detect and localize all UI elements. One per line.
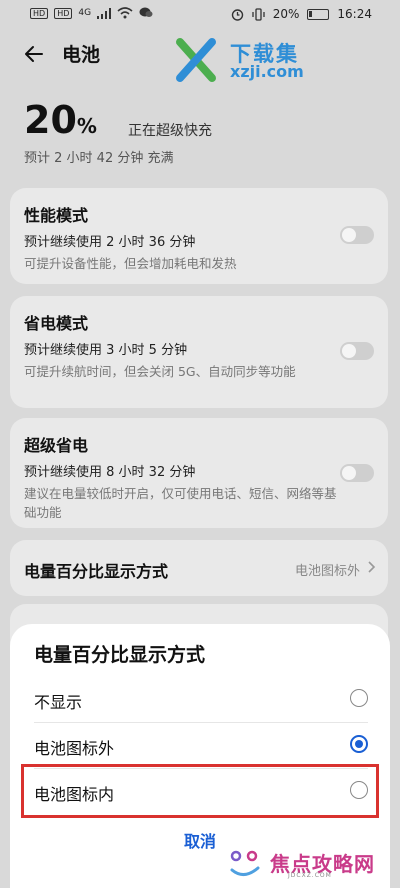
jdgl-logo-icon: [230, 850, 260, 876]
toggle-knob: [342, 344, 356, 358]
percent-display-label: 电量百分比显示方式: [24, 562, 169, 581]
mode-desc: 可提升设备性能，但会增加耗电和发热: [24, 256, 237, 271]
status-right: 20% 16:24: [231, 7, 372, 21]
option-label: 电池图标外: [34, 739, 115, 758]
mode-usage: 预计继续使用 2 小时 36 分钟: [24, 235, 196, 250]
page-title: 电池: [62, 44, 101, 66]
charge-percent: 20%: [24, 98, 97, 142]
battery-fill: [309, 10, 313, 17]
chat-app-icon: [139, 7, 153, 17]
mode-usage: 预计继续使用 3 小时 5 分钟: [24, 343, 188, 358]
wifi-icon: [117, 7, 133, 19]
network-type: 4G: [78, 8, 92, 18]
charge-estimate: 预计 2 小时 42 分钟 充满: [24, 151, 174, 166]
mode-title: 超级省电: [24, 436, 89, 455]
option-hide[interactable]: 不显示: [10, 676, 390, 722]
watermark-url-bottom: JDCXZ.COM: [288, 872, 332, 879]
sim2-badge: HD: [54, 7, 73, 19]
watermark-logo-top: 下载集 xzji.com: [172, 36, 342, 86]
performance-mode-toggle[interactable]: [340, 226, 374, 244]
radio-outside-icon[interactable]: [350, 735, 368, 753]
option-label: 不显示: [34, 693, 83, 712]
charge-status: 正在超级快充: [128, 123, 212, 139]
status-bar: HD HD 4G 20% 16:24: [0, 0, 400, 30]
charge-percent-value: 20: [24, 98, 77, 142]
highlight-box: [21, 764, 379, 818]
signal-icon: [97, 7, 112, 19]
toggle-knob: [342, 228, 356, 242]
battery-percent-text: 20%: [272, 7, 300, 21]
power-saving-mode-toggle[interactable]: [340, 342, 374, 360]
back-arrow-icon[interactable]: [22, 42, 46, 66]
charge-percent-unit: %: [76, 114, 97, 138]
status-left: HD HD 4G: [30, 7, 153, 19]
vibrate-icon: [252, 7, 265, 21]
mode-title: 省电模式: [24, 314, 89, 333]
mode-desc: 可提升续航时间，但会关闭 5G、自动同步等功能: [24, 364, 296, 379]
radio-hide[interactable]: [350, 689, 368, 707]
sheet-title: 电量百分比显示方式: [34, 644, 206, 666]
percent-display-row[interactable]: 电量百分比显示方式 电池图标外: [10, 540, 388, 596]
ultra-power-saving-toggle[interactable]: [340, 464, 374, 482]
toggle-knob: [342, 466, 356, 480]
ultra-power-saving-card: 超级省电 预计继续使用 8 小时 32 分钟 建议在电量较低时开启，仅可使用电话…: [10, 418, 388, 528]
mode-desc: 建议在电量较低时开启，仅可使用电话、短信、网络等基础功能: [24, 486, 337, 520]
power-saving-mode-card: 省电模式 预计继续使用 3 小时 5 分钟 可提升续航时间，但会关闭 5G、自动…: [10, 296, 388, 408]
alarm-icon: [231, 8, 243, 21]
xzji-logo-icon: [176, 38, 216, 82]
mode-usage: 预计继续使用 8 小时 32 分钟: [24, 465, 196, 480]
option-outside-icon[interactable]: 电池图标外: [10, 722, 390, 768]
mode-title: 性能模式: [24, 206, 89, 225]
watermark-logo-bottom: 焦点攻略网 JDCXZ.COM: [226, 842, 398, 888]
performance-mode-card: 性能模式 预计继续使用 2 小时 36 分钟 可提升设备性能，但会增加耗电和发热: [10, 188, 388, 284]
clock-time: 16:24: [337, 7, 372, 21]
chevron-right-icon: [368, 561, 376, 573]
watermark-url-top: xzji.com: [230, 62, 304, 81]
sim1-badge: HD: [30, 7, 49, 19]
battery-icon: [307, 8, 330, 20]
percent-display-value: 电池图标外: [294, 564, 360, 579]
